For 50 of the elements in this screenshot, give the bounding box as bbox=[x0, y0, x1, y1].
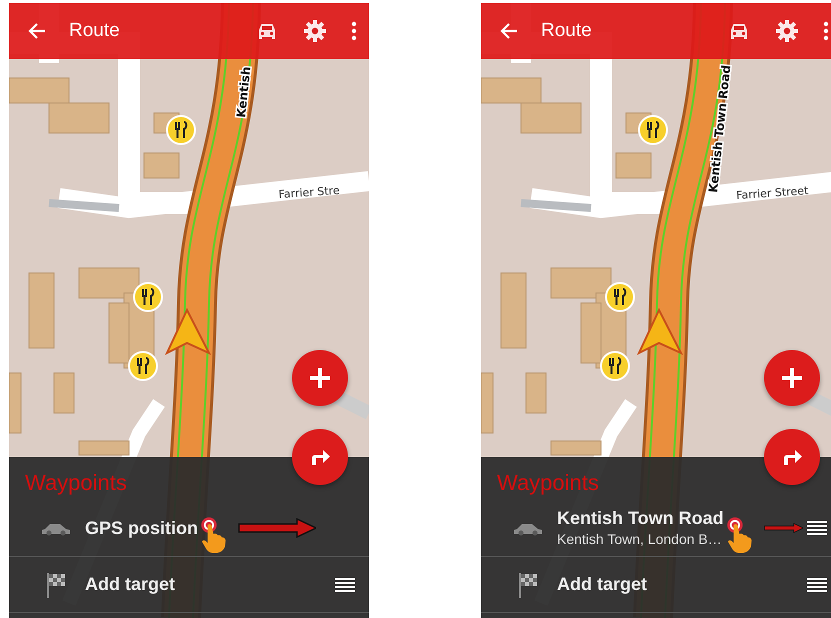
drag-handle-icon[interactable] bbox=[807, 520, 827, 536]
building bbox=[520, 102, 582, 134]
street-label: Farrier Street bbox=[736, 184, 809, 202]
restaurant-icon bbox=[166, 115, 196, 145]
settings-icon[interactable] bbox=[775, 19, 799, 43]
restaurant-icon bbox=[600, 351, 630, 381]
restaurant-icon bbox=[128, 351, 158, 381]
building bbox=[481, 372, 494, 434]
panel-heading: Waypoints bbox=[496, 469, 600, 497]
navigation-arrow-icon bbox=[636, 308, 684, 356]
building bbox=[481, 78, 542, 104]
menu-icon[interactable] bbox=[351, 21, 357, 41]
back-icon[interactable] bbox=[499, 21, 519, 41]
waypoint-row[interactable]: Add target bbox=[481, 557, 831, 613]
menu-icon[interactable] bbox=[823, 21, 829, 41]
restaurant-icon bbox=[638, 115, 668, 145]
waypoint-row[interactable]: GPS position bbox=[9, 500, 369, 557]
waypoint-title: Kentish Town Road bbox=[557, 507, 724, 530]
screen-title: Route bbox=[541, 20, 593, 42]
waypoint-title: Add target bbox=[85, 573, 175, 596]
waypoint-address: Kentish Town, London B… bbox=[557, 530, 723, 549]
building bbox=[54, 372, 74, 414]
building bbox=[48, 102, 110, 134]
navigation-arrow-icon bbox=[164, 308, 212, 356]
drag-handle-icon[interactable] bbox=[807, 576, 827, 592]
building bbox=[526, 372, 546, 414]
waypoint-row[interactable]: Kentish Town Road Kentish Town, London B… bbox=[481, 500, 831, 557]
street-label: Kentish Town Road bbox=[706, 64, 734, 194]
screen-title: Route bbox=[69, 20, 121, 42]
building bbox=[9, 78, 70, 104]
restaurant-icon bbox=[605, 282, 635, 312]
building bbox=[144, 152, 180, 178]
restaurant-icon bbox=[133, 282, 163, 312]
building bbox=[550, 440, 602, 456]
turn-right-icon bbox=[309, 448, 331, 466]
plus-icon bbox=[781, 367, 803, 389]
building bbox=[616, 152, 652, 178]
building bbox=[78, 440, 130, 456]
drag-handle-icon[interactable] bbox=[335, 576, 355, 592]
waypoint-title: Add target bbox=[557, 573, 647, 596]
waypoint-row[interactable]: Add target bbox=[9, 557, 369, 613]
building bbox=[9, 372, 22, 434]
turn-right-icon bbox=[781, 448, 803, 466]
plus-icon bbox=[309, 367, 331, 389]
waypoint-title: GPS position bbox=[85, 516, 198, 540]
settings-icon[interactable] bbox=[303, 19, 327, 43]
back-icon[interactable] bbox=[27, 21, 47, 41]
street-label: Kentish bbox=[234, 66, 254, 118]
panel-heading: Waypoints bbox=[24, 469, 128, 497]
street-label: Farrier Stre bbox=[278, 184, 340, 202]
